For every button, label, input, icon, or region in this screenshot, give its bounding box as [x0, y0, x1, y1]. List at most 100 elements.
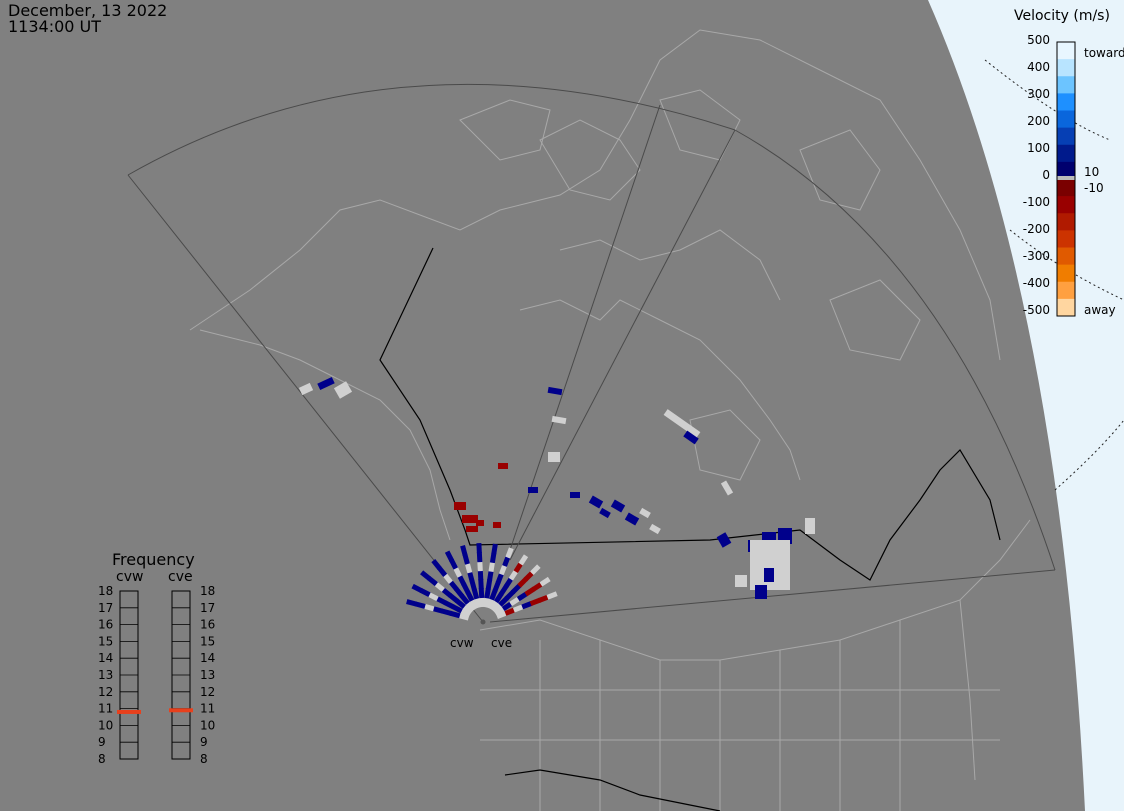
frequency-panel: Frequency cvw cve 18 17 16 15 14 13 12 11 10 9 8 18… — [98, 550, 215, 766]
radar-label-cvw: cvw — [450, 636, 474, 650]
frequency-tick-label: 13 — [200, 668, 215, 682]
frequency-tick-label: 17 — [200, 601, 215, 615]
frequency-tick-label: 12 — [98, 685, 113, 699]
time-label: 1134:00 UT — [8, 17, 101, 36]
colorbar-swatch — [1057, 281, 1075, 300]
scatter-cell — [551, 415, 567, 425]
colorbar-swatch — [1057, 196, 1075, 214]
frequency-tick-label: 10 — [98, 718, 113, 732]
frequency-tick-label: 8 — [200, 752, 208, 766]
scatter-cell — [406, 599, 417, 607]
scatter-cell — [317, 376, 335, 391]
colorbar-tick-label: 300 — [1027, 87, 1050, 101]
colorbar-tick-label: 0 — [1042, 168, 1050, 182]
scatter-cell — [720, 480, 734, 496]
scatter-cell — [333, 381, 353, 399]
colorbar-10-label: 10 — [1084, 165, 1099, 179]
frequency-tick-label: 9 — [200, 735, 208, 749]
map-canvas: cvw cve December, 13 2022 1134:00 UT Vel… — [8, 0, 1124, 811]
frequency-tick-label: 14 — [98, 651, 113, 665]
colorbar-tick-label: 500 — [1027, 33, 1050, 47]
scatter-cell — [528, 487, 538, 493]
scatter-cell — [547, 386, 563, 396]
scatter-cell — [755, 585, 767, 599]
scatter-cell — [570, 492, 580, 498]
scatter-cell — [444, 550, 454, 562]
colorbar-swatch — [1057, 42, 1075, 60]
colorbar-swatches — [1057, 42, 1075, 317]
colorbar-tick-label: -200 — [1023, 222, 1050, 236]
scatter-cell — [454, 502, 466, 510]
land-outlines — [189, 29, 1031, 811]
colorbar-swatch — [1057, 59, 1075, 77]
colorbar-tick-label: -500 — [1023, 303, 1050, 317]
velocity-cells — [298, 376, 815, 621]
frequency-radar-cvw: cvw — [116, 569, 143, 585]
radar-label-cve: cve — [491, 636, 512, 650]
colorbar-toward-label: toward — [1084, 46, 1124, 60]
colorbar-swatch — [1057, 213, 1075, 231]
scatter-cell — [462, 515, 478, 523]
scatter-cell — [649, 523, 661, 535]
colorbar-swatch — [1057, 298, 1075, 317]
scatter-cell — [716, 532, 732, 548]
frequency-tick-label: 15 — [200, 634, 215, 648]
frequency-tick-label: 16 — [200, 618, 215, 632]
scatter-cell — [505, 547, 514, 559]
us-mexico-border — [504, 769, 721, 811]
colorbar-swatch — [1057, 110, 1075, 129]
radar-fov — [127, 83, 1056, 623]
colorbar-swatch — [1057, 76, 1075, 94]
scatter-cell — [735, 575, 747, 587]
scatter-cell — [491, 543, 498, 555]
colorbar-tick-label: 400 — [1027, 60, 1050, 74]
colorbar-neg10-label: -10 — [1084, 181, 1104, 195]
colorbar-tick-label: -300 — [1023, 249, 1050, 263]
scatter-cell — [478, 587, 485, 599]
scatter-cell — [411, 583, 423, 593]
scatter-cell — [498, 463, 508, 469]
colorbar-swatch — [1057, 93, 1075, 111]
colorbar-swatch — [1057, 264, 1075, 283]
scatter-cell — [476, 520, 484, 526]
frequency-tick-label: 9 — [98, 735, 106, 749]
scatter-cell — [588, 495, 604, 509]
colorbar-tick-label: 100 — [1027, 141, 1050, 155]
scatter-cell — [663, 409, 701, 438]
scatter-cell — [548, 452, 560, 462]
scatter-cell — [476, 551, 483, 563]
scatter-cell — [624, 512, 640, 526]
scatter-cell — [478, 578, 484, 590]
frequency-radar-cve: cve — [168, 569, 193, 585]
colorbar-swatch — [1057, 144, 1075, 163]
frequency-tick-label: 12 — [200, 685, 215, 699]
frequency-tick-label: 15 — [98, 634, 113, 648]
colorbar-away-label: away — [1084, 303, 1116, 317]
scatter-cell — [477, 560, 483, 572]
colorbar-swatch — [1057, 247, 1075, 266]
frequency-tick-label: 16 — [98, 618, 113, 632]
scatter-cell — [599, 507, 611, 519]
scatter-cell — [764, 568, 774, 582]
scatter-cell — [476, 542, 482, 554]
colorbar-swatch — [1057, 127, 1075, 146]
scatter-cell — [750, 540, 790, 590]
frequency-tick-label: 8 — [98, 752, 106, 766]
frequency-scales: 18 17 16 15 14 13 12 11 10 9 8 18 17 16 15 14 13 12 11 10 9 8 — [98, 584, 215, 766]
scatter-cell — [639, 507, 651, 519]
colorbar-swatch — [1057, 179, 1075, 197]
frequency-tick-label: 11 — [200, 702, 215, 716]
scatter-cell — [610, 499, 626, 513]
scatter-cell — [805, 518, 815, 534]
frequency-tick-label: 17 — [98, 601, 113, 615]
colorbar-tick-label: 200 — [1027, 114, 1050, 128]
frequency-marker — [169, 708, 193, 713]
frequency-tick-label: 18 — [98, 584, 113, 598]
frequency-tick-label: 18 — [200, 584, 215, 598]
frequency-title: Frequency — [112, 550, 195, 569]
ocean-horizon — [928, 0, 1124, 811]
frequency-tick-label: 11 — [98, 702, 113, 716]
radar-site-marker — [480, 619, 486, 625]
scatter-cell — [460, 545, 468, 556]
colorbar-title: Velocity (m/s) — [1014, 8, 1110, 24]
